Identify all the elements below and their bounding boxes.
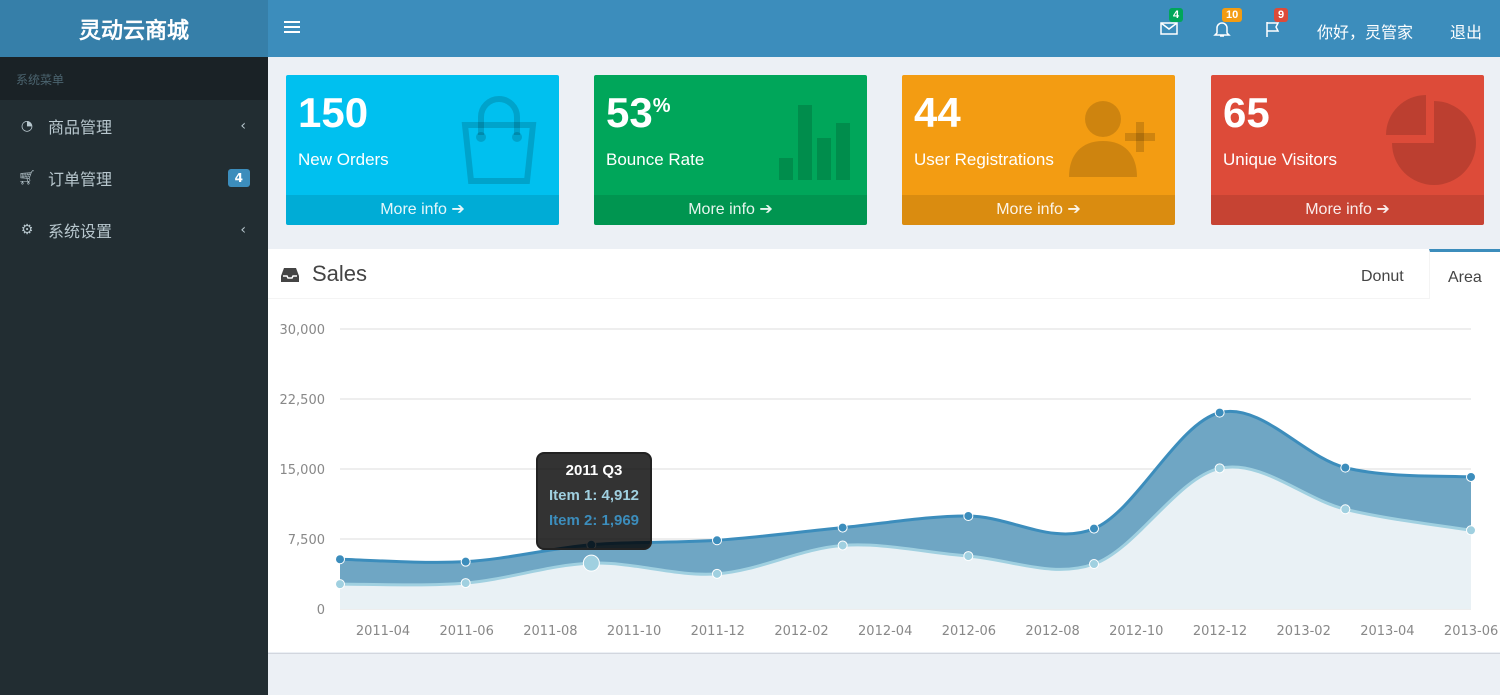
y-tick-label: 15,000 — [280, 463, 326, 478]
envelope-icon — [1160, 22, 1178, 35]
x-tick-label: 2012-08 — [1025, 624, 1079, 639]
tooltip-title: 2011 Q3 — [565, 462, 623, 479]
flag-icon — [1266, 22, 1280, 37]
user-plus-icon — [1069, 101, 1155, 177]
messages-badge: 4 — [1169, 8, 1184, 22]
messages-menu[interactable]: 4 — [1160, 8, 1184, 38]
sidebar-item-label: 订单管理 — [48, 170, 113, 189]
top-navbar: 4 10 9 你好，灵管家 退出 — [268, 0, 1500, 57]
more-info-link[interactable]: More info ➔ — [902, 195, 1175, 225]
point-item-2 — [712, 535, 722, 546]
sidebar-toggle-icon[interactable] — [284, 18, 300, 38]
point-item-2 — [1340, 462, 1351, 473]
x-tick-label: 2011-10 — [607, 624, 661, 639]
tasks-badge: 9 — [1274, 8, 1289, 22]
stat-number: 150 — [298, 89, 369, 136]
notifications-menu[interactable]: 10 — [1213, 8, 1243, 38]
sidebar-header: 系统菜单 — [0, 57, 268, 100]
point-item-1 — [1466, 525, 1476, 536]
tooltip-item-1: Item 1: 4,912 — [548, 487, 640, 504]
more-info-link[interactable]: More info ➔ — [1211, 195, 1484, 225]
point-item-1 — [1340, 504, 1351, 515]
point-item-2 — [460, 556, 471, 567]
point-item-2 — [1214, 407, 1225, 418]
point-item-1 — [712, 568, 722, 579]
notifications-badge: 10 — [1222, 8, 1243, 22]
chevron-left-icon: ‹ — [240, 118, 246, 134]
x-tick-label: 2011-06 — [440, 624, 494, 639]
x-tick-label: 2013-06 — [1444, 624, 1498, 639]
stat-suffix: % — [652, 95, 671, 117]
stat-label: New Orders — [298, 150, 389, 169]
x-tick-label: 2012-06 — [942, 624, 996, 639]
stat-box-user-registrations: 44 User Registrations More info ➔ — [902, 75, 1175, 225]
x-tick-label: 2011-08 — [523, 624, 577, 639]
sidebar-item-label: 商品管理 — [48, 118, 113, 137]
stat-box-bounce-rate: 53% Bounce Rate More info ➔ — [594, 75, 867, 225]
orders-badge: 4 — [227, 169, 250, 187]
stat-label: Bounce Rate — [606, 150, 705, 169]
tooltip-item-2: Item 2: 1,969 — [548, 512, 640, 529]
stat-box-new-orders: 150 New Orders More info ➔ — [286, 75, 559, 225]
point-item-1 — [582, 554, 600, 572]
logout-link[interactable]: 退出 — [1450, 19, 1482, 43]
bell-icon — [1213, 22, 1231, 37]
cogs-icon: ⚙ — [20, 222, 34, 238]
sidebar-item-label: 系统设置 — [48, 222, 113, 241]
stat-label: User Registrations — [914, 150, 1054, 169]
sales-area-chart: 0 7,500 15,000 22,500 30,000 2011-04 2011-06 20… — [280, 323, 1499, 639]
point-item-1 — [460, 578, 471, 589]
x-tick-label: 2012-02 — [774, 624, 828, 639]
y-tick-label: 22,500 — [280, 393, 326, 408]
x-tick-label: 2012-04 — [858, 624, 912, 639]
cart-icon: 🛒︎ — [18, 170, 36, 186]
user-greeting[interactable]: 你好，灵管家 — [1317, 19, 1413, 43]
x-tick-label: 2012-12 — [1193, 624, 1247, 639]
stat-box-unique-visitors: 65 Unique Visitors More info ➔ — [1211, 75, 1484, 225]
sidebar-item-orders[interactable]: 🛒︎ 订单管理 4 — [0, 152, 268, 204]
point-item-1 — [1214, 463, 1225, 474]
x-tick-label: 2011-12 — [691, 624, 745, 639]
stat-number: 53 — [606, 89, 653, 136]
stat-label: Unique Visitors — [1223, 150, 1338, 169]
y-tick-label: 0 — [317, 603, 325, 618]
pie-chart-icon — [1386, 95, 1476, 185]
chevron-left-icon: ‹ — [240, 222, 246, 238]
more-info-link[interactable]: More info ➔ — [286, 195, 559, 225]
stat-number: 44 — [914, 89, 961, 136]
x-tick-label: 2013-02 — [1277, 624, 1331, 639]
dashboard-icon: ◔ — [20, 118, 34, 134]
point-item-2 — [335, 554, 345, 565]
bar-chart-icon — [779, 105, 850, 180]
stat-number: 65 — [1223, 89, 1270, 136]
x-tick-label: 2012-10 — [1109, 624, 1163, 639]
y-tick-label: 30,000 — [280, 323, 326, 338]
y-tick-label: 7,500 — [288, 533, 325, 548]
x-tick-label: 2013-04 — [1360, 624, 1414, 639]
point-item-2 — [1466, 471, 1476, 482]
point-item-1 — [837, 540, 848, 551]
more-info-link[interactable]: More info ➔ — [594, 195, 867, 225]
sidebar-item-products[interactable]: ◔ 商品管理 ‹ — [0, 100, 268, 152]
chart-tooltip: 2011 Q3 Item 1: 4,912 Item 2: 1,969 — [536, 452, 652, 550]
footer — [268, 653, 1500, 695]
app-logo[interactable]: 灵动云商城 — [0, 0, 268, 57]
tasks-menu[interactable]: 9 — [1265, 8, 1289, 38]
x-tick-label: 2011-04 — [356, 624, 410, 639]
point-item-2 — [963, 511, 974, 522]
point-item-1 — [963, 551, 974, 562]
point-item-1 — [335, 579, 345, 590]
point-item-1 — [1089, 559, 1099, 570]
shopping-bag-icon — [461, 96, 537, 184]
point-item-2 — [1089, 523, 1099, 534]
point-item-2 — [837, 522, 848, 533]
